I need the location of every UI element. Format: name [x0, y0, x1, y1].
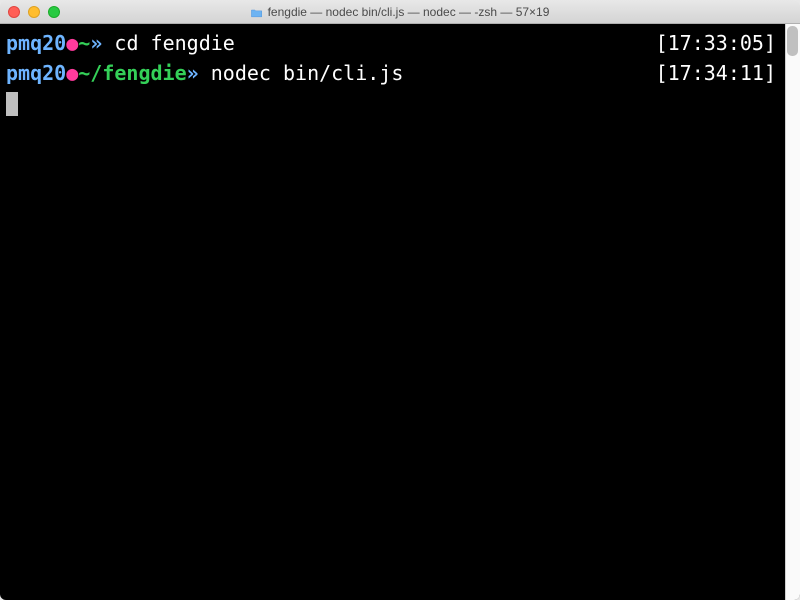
minimize-button[interactable] [28, 6, 40, 18]
terminal-line: pmq20●~» cd fengdie [17:33:05] [6, 28, 794, 58]
prompt-command: nodec bin/cli.js [199, 58, 404, 88]
prompt-arrow: » [187, 58, 199, 88]
traffic-lights [8, 6, 60, 18]
prompt-command: cd fengdie [102, 28, 234, 58]
scrollbar-track[interactable] [785, 24, 800, 600]
prompt-timestamp: [17:34:11] [656, 58, 776, 88]
prompt-path: ~/fengdie [78, 58, 186, 88]
folder-icon [251, 7, 263, 17]
prompt-user: pmq20 [6, 58, 66, 88]
window-title: fengdie — nodec bin/cli.js — nodec — -zs… [251, 5, 550, 19]
scrollbar-thumb[interactable] [787, 26, 798, 56]
prompt-timestamp: [17:33:05] [656, 28, 776, 58]
close-button[interactable] [8, 6, 20, 18]
terminal-line: pmq20●~/fengdie» nodec bin/cli.js [17:34… [6, 58, 794, 88]
terminal-cursor-line [6, 88, 794, 119]
prompt-user: pmq20 [6, 28, 66, 58]
window-titlebar: fengdie — nodec bin/cli.js — nodec — -zs… [0, 0, 800, 24]
terminal-content[interactable]: pmq20●~» cd fengdie [17:33:05] pmq20●~/f… [0, 24, 800, 600]
prompt-arrow: » [90, 28, 102, 58]
prompt-dot: ● [66, 58, 78, 88]
terminal-window: fengdie — nodec bin/cli.js — nodec — -zs… [0, 0, 800, 600]
maximize-button[interactable] [48, 6, 60, 18]
prompt-dot: ● [66, 28, 78, 58]
cursor [6, 92, 18, 116]
window-title-text: fengdie — nodec bin/cli.js — nodec — -zs… [268, 5, 550, 19]
prompt-path: ~ [78, 28, 90, 58]
